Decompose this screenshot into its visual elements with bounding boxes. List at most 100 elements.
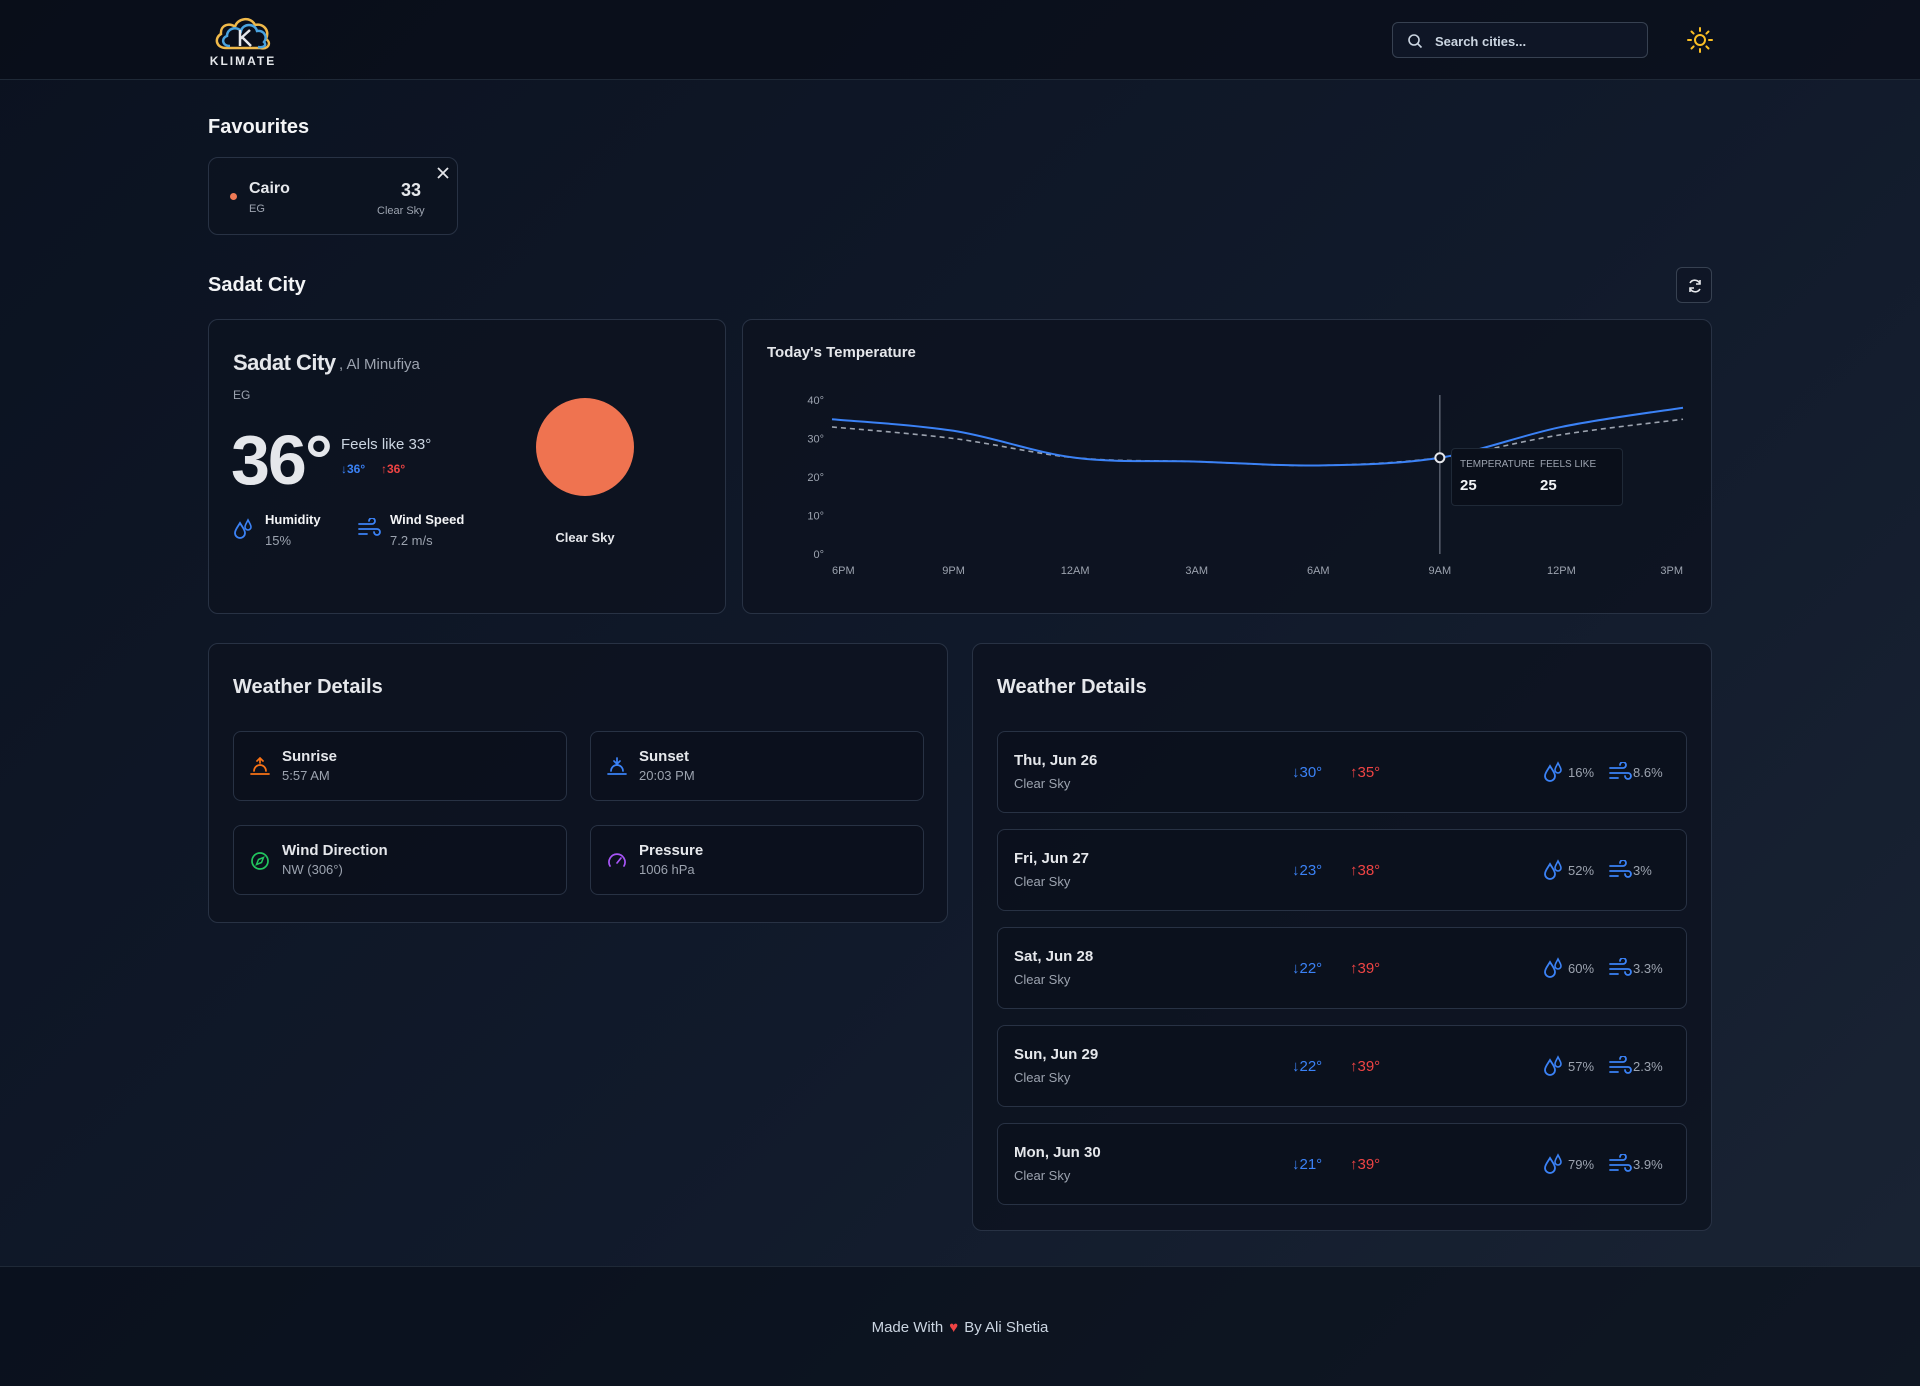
- status-dot: [230, 193, 237, 200]
- compass-icon: [251, 852, 269, 870]
- x-tick-label: 3PM: [1660, 565, 1683, 577]
- app-logo[interactable]: KLIMATE: [208, 12, 278, 70]
- droplets-icon: [1544, 1055, 1562, 1076]
- forecast-date: Mon, Jun 30: [1014, 1144, 1101, 1161]
- y-tick-label: 30°: [807, 434, 824, 446]
- x-tick-label: 12AM: [1061, 565, 1090, 577]
- x-tick-label: 6PM: [832, 565, 855, 577]
- tooltip-feels-value: 25: [1540, 477, 1557, 494]
- sunset-value: 20:03 PM: [639, 768, 695, 783]
- current-region: , Al Minufiya: [339, 356, 420, 373]
- droplets-icon: [1544, 1153, 1562, 1174]
- wind-icon: [1609, 1056, 1632, 1074]
- x-tick-label: 12PM: [1547, 565, 1576, 577]
- forecast-max: ↑39°: [1350, 1156, 1381, 1173]
- wind-direction-label: Wind Direction: [282, 842, 388, 859]
- cloud-logo-icon: [215, 18, 271, 50]
- sunset-label: Sunset: [639, 748, 690, 765]
- y-tick-label: 0°: [813, 549, 824, 561]
- weather-details-card: Weather Details Sunrise 5:57 AM Sunset 2…: [208, 643, 948, 923]
- forecast-humidity: 52%: [1568, 863, 1595, 878]
- footer-made-with: Made With: [871, 1319, 944, 1336]
- search-icon: [1408, 34, 1423, 49]
- droplets-icon: [234, 518, 252, 539]
- forecast-row: Mon, Jun 30 Clear Sky ↓21° ↑39° 79% 3.9%: [997, 1123, 1687, 1205]
- favourite-condition: Clear Sky: [377, 205, 425, 217]
- sunset-tile: Sunset 20:03 PM: [590, 731, 924, 801]
- pressure-label: Pressure: [639, 842, 704, 859]
- forecast-condition: Clear Sky: [1014, 874, 1071, 889]
- wind-label: Wind Speed: [390, 512, 465, 527]
- forecast-card: Weather Details Thu, Jun 26 Clear Sky ↓30°…: [972, 643, 1712, 1231]
- tooltip-temp-label: TEMPERATURE: [1460, 459, 1535, 470]
- wind-icon: [1609, 1154, 1632, 1172]
- search-box[interactable]: [1392, 22, 1648, 58]
- forecast-max: ↑38°: [1350, 862, 1381, 879]
- max-temp: ↑36°: [381, 462, 406, 476]
- weather-condition-icon: [536, 398, 634, 496]
- current-city: Sadat City: [233, 350, 336, 375]
- theme-toggle-button[interactable]: [1686, 26, 1714, 54]
- details-title: Weather Details: [233, 676, 383, 698]
- sunset-icon: [607, 757, 627, 775]
- tooltip-feels-label: FEELS LIKE: [1540, 459, 1597, 470]
- droplets-icon: [1544, 957, 1562, 978]
- forecast-condition: Clear Sky: [1014, 1168, 1071, 1183]
- forecast-min: ↓21°: [1292, 1156, 1323, 1173]
- forecast-row: Thu, Jun 26 Clear Sky ↓30° ↑35° 16% 8.6%: [997, 731, 1687, 813]
- feels-like: Feels like 33°: [341, 436, 432, 453]
- humidity-value: 15%: [265, 533, 292, 548]
- forecast-min: ↓22°: [1292, 960, 1323, 977]
- forecast-condition: Clear Sky: [1014, 972, 1071, 987]
- temperature-chart-card: Today's Temperature 0° 10° 20° 30° 40° 6PM 9PM…: [742, 319, 1712, 614]
- wind-direction-value: NW (306°): [282, 862, 343, 877]
- gauge-icon: [608, 853, 626, 867]
- top-header: KLIMATE: [0, 0, 1920, 80]
- current-weather-card: Sadat City , Al Minufiya EG 36° Feels li…: [208, 319, 726, 614]
- app-name: KLIMATE: [209, 54, 277, 68]
- favourite-temp: 33: [401, 180, 422, 200]
- x-tick-label: 3AM: [1185, 565, 1208, 577]
- favourite-card[interactable]: Cairo EG 33 Clear Sky: [208, 157, 458, 235]
- x-tick-label: 9AM: [1429, 565, 1452, 577]
- forecast-wind: 3.9%: [1633, 1157, 1663, 1172]
- heart-icon: ♥: [949, 1319, 959, 1336]
- favourites-title: Favourites: [208, 116, 310, 138]
- current-temp: 36°: [231, 421, 333, 499]
- pressure-value: 1006 hPa: [639, 862, 695, 877]
- wind-icon: [1609, 860, 1632, 878]
- forecast-date: Fri, Jun 27: [1014, 850, 1090, 867]
- forecast-date: Thu, Jun 26: [1014, 752, 1098, 769]
- droplets-icon: [1544, 761, 1562, 782]
- pressure-tile: Pressure 1006 hPa: [590, 825, 924, 895]
- forecast-date: Sun, Jun 29: [1014, 1046, 1099, 1063]
- min-temp: ↓36°: [341, 462, 366, 476]
- forecast-max: ↑35°: [1350, 764, 1381, 781]
- search-input[interactable]: [1435, 29, 1635, 53]
- chart-tooltip: TEMPERATURE FEELS LIKE 25 25: [1451, 448, 1623, 506]
- sunrise-label: Sunrise: [282, 748, 338, 765]
- forecast-min: ↓30°: [1292, 764, 1323, 781]
- y-tick-label: 10°: [807, 511, 824, 523]
- remove-favourite-button[interactable]: [437, 166, 449, 184]
- sunrise-tile: Sunrise 5:57 AM: [233, 731, 567, 801]
- forecast-condition: Clear Sky: [1014, 1070, 1071, 1085]
- forecast-wind: 3%: [1633, 863, 1652, 878]
- forecast-humidity: 16%: [1568, 765, 1595, 780]
- current-condition: Clear Sky: [555, 530, 615, 545]
- sun-icon: [1687, 27, 1713, 53]
- close-icon: [437, 167, 449, 179]
- forecast-max: ↑39°: [1350, 1058, 1381, 1075]
- forecast-max: ↑39°: [1350, 960, 1381, 977]
- location-heading: Sadat City: [208, 274, 306, 296]
- forecast-title: Weather Details: [997, 676, 1147, 698]
- forecast-humidity: 79%: [1568, 1157, 1595, 1172]
- refresh-icon: [1689, 279, 1701, 293]
- active-data-point: [1434, 452, 1446, 464]
- wind-direction-tile: Wind Direction NW (306°): [233, 825, 567, 895]
- forecast-condition: Clear Sky: [1014, 776, 1071, 791]
- refresh-button[interactable]: [1676, 267, 1712, 303]
- footer: Made With ♥ By Ali Shetia: [0, 1266, 1920, 1386]
- sunrise-icon: [250, 757, 270, 775]
- wind-icon: [1609, 762, 1632, 780]
